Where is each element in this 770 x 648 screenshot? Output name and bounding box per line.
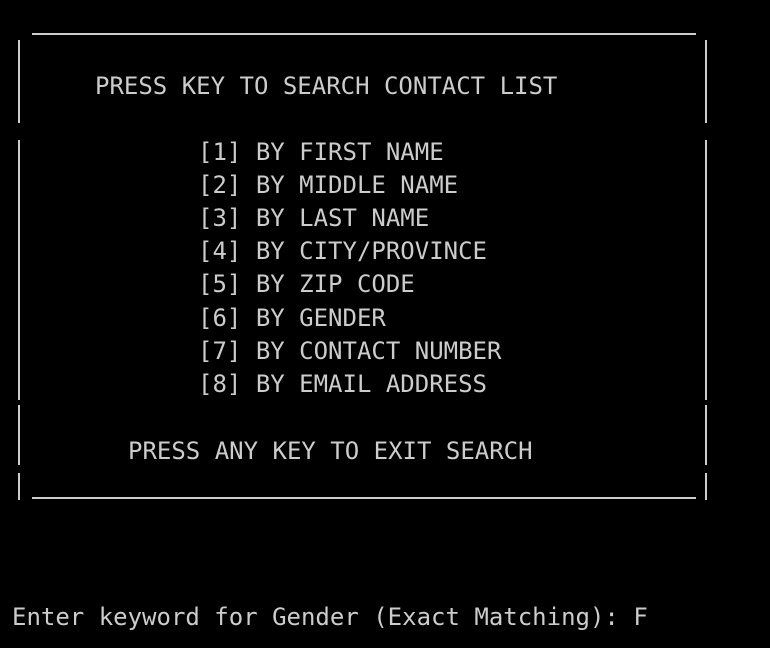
menu-box-right-border <box>705 140 707 400</box>
menu-option-label: BY EMAIL ADDRESS <box>255 370 487 398</box>
menu-option-label: BY GENDER <box>255 304 386 332</box>
menu-option-label: BY CONTACT NUMBER <box>255 337 502 365</box>
menu-option[interactable]: [2] BY MIDDLE NAME <box>198 169 458 202</box>
menu-option[interactable]: [7] BY CONTACT NUMBER <box>198 335 501 368</box>
menu-option[interactable]: [4] BY CITY/PROVINCE <box>198 235 487 268</box>
menu-box-left-border <box>18 140 20 400</box>
menu-option-label: BY ZIP CODE <box>255 270 415 298</box>
input-prompt-line[interactable]: Enter keyword for Gender (Exact Matching… <box>12 601 648 634</box>
menu-option-label: BY FIRST NAME <box>255 138 444 166</box>
menu-box-right-border <box>705 473 707 500</box>
menu-option[interactable]: [6] BY GENDER <box>198 302 386 335</box>
menu-box-bottom-border <box>32 497 696 499</box>
menu-option-key: [7] <box>198 337 242 365</box>
exit-hint: PRESS ANY KEY TO EXIT SEARCH <box>128 437 533 465</box>
menu-option-key: [4] <box>198 237 242 265</box>
menu-box-right-border <box>705 405 707 465</box>
menu-option-key: [1] <box>198 138 242 166</box>
menu-title: PRESS KEY TO SEARCH CONTACT LIST <box>95 72 558 100</box>
menu-option[interactable]: [8] BY EMAIL ADDRESS <box>198 368 487 401</box>
terminal-window: PRESS KEY TO SEARCH CONTACT LIST [1] BY … <box>0 0 770 648</box>
menu-box-top-border <box>32 33 696 35</box>
menu-option[interactable]: [5] BY ZIP CODE <box>198 268 415 301</box>
menu-option-key: [6] <box>198 304 242 332</box>
menu-box-right-border <box>705 40 707 123</box>
menu-option-key: [8] <box>198 370 242 398</box>
menu-box-left-border <box>18 405 20 465</box>
menu-option-label: BY CITY/PROVINCE <box>255 237 487 265</box>
menu-option-key: [5] <box>198 270 242 298</box>
input-prompt-label: Enter keyword for Gender (Exact Matching… <box>12 603 634 631</box>
menu-option[interactable]: [1] BY FIRST NAME <box>198 136 444 169</box>
menu-option-key: [3] <box>198 204 242 232</box>
menu-box-left-border <box>18 40 20 123</box>
menu-option-label: BY LAST NAME <box>255 204 430 232</box>
keyword-input[interactable]: F <box>633 603 647 631</box>
menu-option-label: BY MIDDLE NAME <box>255 171 459 199</box>
menu-option-key: [2] <box>198 171 242 199</box>
menu-option[interactable]: [3] BY LAST NAME <box>198 202 429 235</box>
menu-box-left-border <box>18 473 20 500</box>
